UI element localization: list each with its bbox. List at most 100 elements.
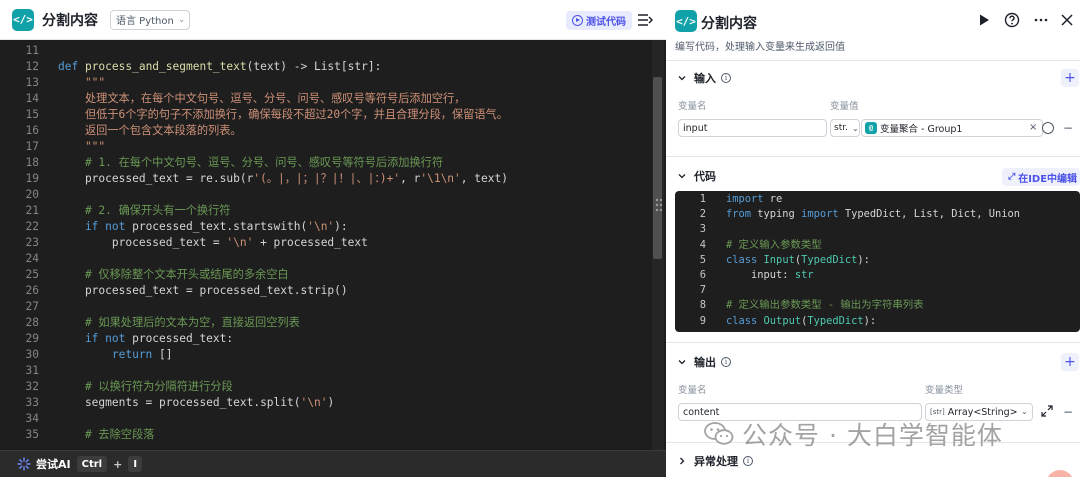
code-text: import re xyxy=(726,192,782,207)
code-line[interactable]: 33 segments = processed_text.split('\n') xyxy=(0,395,650,411)
code-text: class Output(TypedDict): xyxy=(726,314,876,329)
code-line[interactable]: 30 return [] xyxy=(0,347,650,363)
code-token: TypedDict, List, Dict, Union xyxy=(844,208,1021,221)
code-token: processed_text: xyxy=(132,332,234,345)
line-number: 26 xyxy=(25,284,39,297)
code-token: # 定义输入参数类型 xyxy=(726,238,822,251)
variable-aggregate-icon: @ xyxy=(865,122,877,134)
line-number: 34 xyxy=(25,412,39,425)
edit-in-ide-label: 在IDE中编辑 xyxy=(1018,173,1078,185)
code-line[interactable]: 16 返回一个包含文本段落的列表。 xyxy=(0,123,650,139)
line-number: 18 xyxy=(25,156,39,169)
resize-handle-icon[interactable] xyxy=(654,196,664,214)
remove-output-icon[interactable]: − xyxy=(1063,405,1073,419)
add-input-button[interactable]: + xyxy=(1061,69,1079,87)
code-line[interactable]: 13 """ xyxy=(0,75,650,91)
error-section-header[interactable]: 异常处理 i xyxy=(666,450,1080,472)
info-icon[interactable]: i xyxy=(721,73,731,83)
code-text: """ xyxy=(58,75,105,91)
node-config-panel: </> 分割内容 编写代码，处理输入变量来生成返回值 输入 i + 变量名 变量… xyxy=(666,0,1080,477)
info-icon[interactable]: i xyxy=(743,456,753,466)
input-reference-field[interactable]: @ 变量聚合 - Group1 × xyxy=(861,119,1043,137)
code-line[interactable]: 32 # 以换行符为分隔符进行分段 xyxy=(0,379,650,395)
node-description[interactable]: 编写代码，处理输入变量来生成返回值 xyxy=(675,38,845,53)
code-token: # 仅移除整个文本开头或结尾的多余空白 xyxy=(58,268,289,281)
node-title[interactable]: 分割内容 xyxy=(701,13,757,33)
code-line[interactable]: 34 xyxy=(0,411,650,427)
code-token: processed_text.startswith( xyxy=(132,220,308,233)
input-reference-value: 变量聚合 - Group1 xyxy=(880,124,963,135)
expand-icon[interactable] xyxy=(1041,405,1053,417)
test-code-label: 测试代码 xyxy=(586,17,626,28)
add-output-button[interactable]: + xyxy=(1061,353,1079,371)
code-line[interactable]: 25 # 仅移除整个文本开头或结尾的多余空白 xyxy=(0,267,650,283)
code-line[interactable]: 22 if not processed_text.startswith('\n'… xyxy=(0,219,650,235)
collapse-menu-icon[interactable] xyxy=(637,12,653,28)
code-token: processed_text = processed_text.strip() xyxy=(58,284,348,297)
code-line[interactable]: 27 xyxy=(0,299,650,315)
code-line[interactable]: 35 # 去除空段落 xyxy=(0,427,650,443)
info-icon[interactable]: i xyxy=(721,357,731,367)
output-col-name-label: 变量名 xyxy=(678,385,707,396)
code-text: # 定义输入参数类型 xyxy=(726,238,822,253)
test-code-button[interactable]: 测试代码 xyxy=(566,11,632,30)
code-line[interactable]: 18 # 1. 在每个中文句号、逗号、分号、问号、感叹号等符号后添加换行符 xyxy=(0,155,650,171)
code-token: [] xyxy=(159,348,173,361)
code-line[interactable]: 26 processed_text = processed_text.strip… xyxy=(0,283,650,299)
app-root: </> 分割内容 语言 Python ⌄ 测试代码 11 12 def proces… xyxy=(0,0,1080,477)
code-preview[interactable]: 1 import re 2 from typing import TypedDict,… xyxy=(675,191,1080,332)
watermark-text: 公众号 · 大白学智能体 xyxy=(742,421,1003,450)
code-node-logo-icon: </> xyxy=(675,10,697,32)
shortcut-key-ctrl: Ctrl xyxy=(76,456,108,472)
line-number: 6 xyxy=(699,269,706,281)
code-token: if not xyxy=(58,220,133,233)
close-icon[interactable] xyxy=(1059,12,1075,28)
code-line[interactable]: 19 processed_text = re.sub(r'(。|，|；|？|！|… xyxy=(0,171,650,187)
code-line[interactable]: 28 # 如果处理后的文本为空，直接返回空列表 xyxy=(0,315,650,331)
input-section-header[interactable]: 输入 i xyxy=(666,67,1080,89)
code-line[interactable]: 21 # 2. 确保开头有一个换行符 xyxy=(0,203,650,219)
input-section-title: 输入 xyxy=(694,72,716,85)
code-line[interactable]: 20 xyxy=(0,187,650,203)
code-token: # 定义输出参数类型 - 输出为字符串列表 xyxy=(726,299,924,312)
code-token: , r xyxy=(400,172,421,185)
clear-icon[interactable]: × xyxy=(1029,122,1037,133)
code-line[interactable]: 11 xyxy=(0,43,650,59)
reference-target-icon[interactable] xyxy=(1042,122,1054,134)
code-token: 但低于6个字的句子不添加换行，确保每段不超过20个字，并且合理分段，保留语气。 xyxy=(58,108,508,121)
code-line[interactable]: 12 def process_and_segment_text(text) -> … xyxy=(0,59,650,75)
code-text: class Input(TypedDict): xyxy=(726,253,870,268)
code-text: processed_text = re.sub(r'(。|，|；|？|！|、|：… xyxy=(58,171,508,187)
code-line[interactable]: 23 processed_text = '\n' + processed_tex… xyxy=(0,235,650,251)
input-type-select[interactable]: str. ⌄ xyxy=(830,119,860,137)
help-icon[interactable] xyxy=(1004,12,1020,28)
code-line[interactable]: 17 """ xyxy=(0,139,650,155)
error-section-title: 异常处理 xyxy=(694,455,738,468)
code-token: def xyxy=(58,60,85,73)
code-line[interactable]: 31 xyxy=(0,363,650,379)
remove-input-icon[interactable]: − xyxy=(1063,121,1073,135)
output-section-header[interactable]: 输出 i xyxy=(666,351,1080,373)
language-select[interactable]: 语言 Python ⌄ xyxy=(110,9,191,30)
language-select-label: 语言 Python xyxy=(116,16,174,27)
code-text: from typing import TypedDict, List, Dict… xyxy=(726,207,1020,222)
code-token: ): xyxy=(334,220,348,233)
code-line[interactable]: 29 if not processed_text: xyxy=(0,331,650,347)
line-number: 4 xyxy=(699,238,706,251)
edit-in-ide-button[interactable]: ⤢ 在IDE中编辑 xyxy=(1002,168,1080,186)
input-variable-name-field[interactable]: input xyxy=(678,119,827,137)
line-number: 7 xyxy=(699,284,706,297)
code-token: + processed_text xyxy=(253,236,368,249)
code-text: def process_and_segment_text(text) -> Li… xyxy=(58,59,381,75)
line-number: 5 xyxy=(699,253,706,266)
run-play-icon[interactable] xyxy=(976,12,992,28)
editor-scrollbar-thumb[interactable] xyxy=(653,77,662,259)
code-line[interactable]: 15 但低于6个字的句子不添加换行，确保每段不超过20个字，并且合理分段，保留语… xyxy=(0,107,650,123)
code-editor[interactable]: 11 12 def process_and_segment_text(text) -… xyxy=(0,40,666,450)
code-text: # 定义输出参数类型 - 输出为字符串列表 xyxy=(726,298,924,313)
code-line[interactable]: 14 处理文本，在每个中文句号、逗号、分号、问号、感叹号等符号后添加空行， xyxy=(0,91,650,107)
chevron-right-icon xyxy=(680,457,685,465)
more-icon[interactable] xyxy=(1033,12,1049,28)
ai-assist-bar[interactable]: 尝试AI Ctrl + I xyxy=(0,450,666,477)
code-line[interactable]: 24 xyxy=(0,251,650,267)
